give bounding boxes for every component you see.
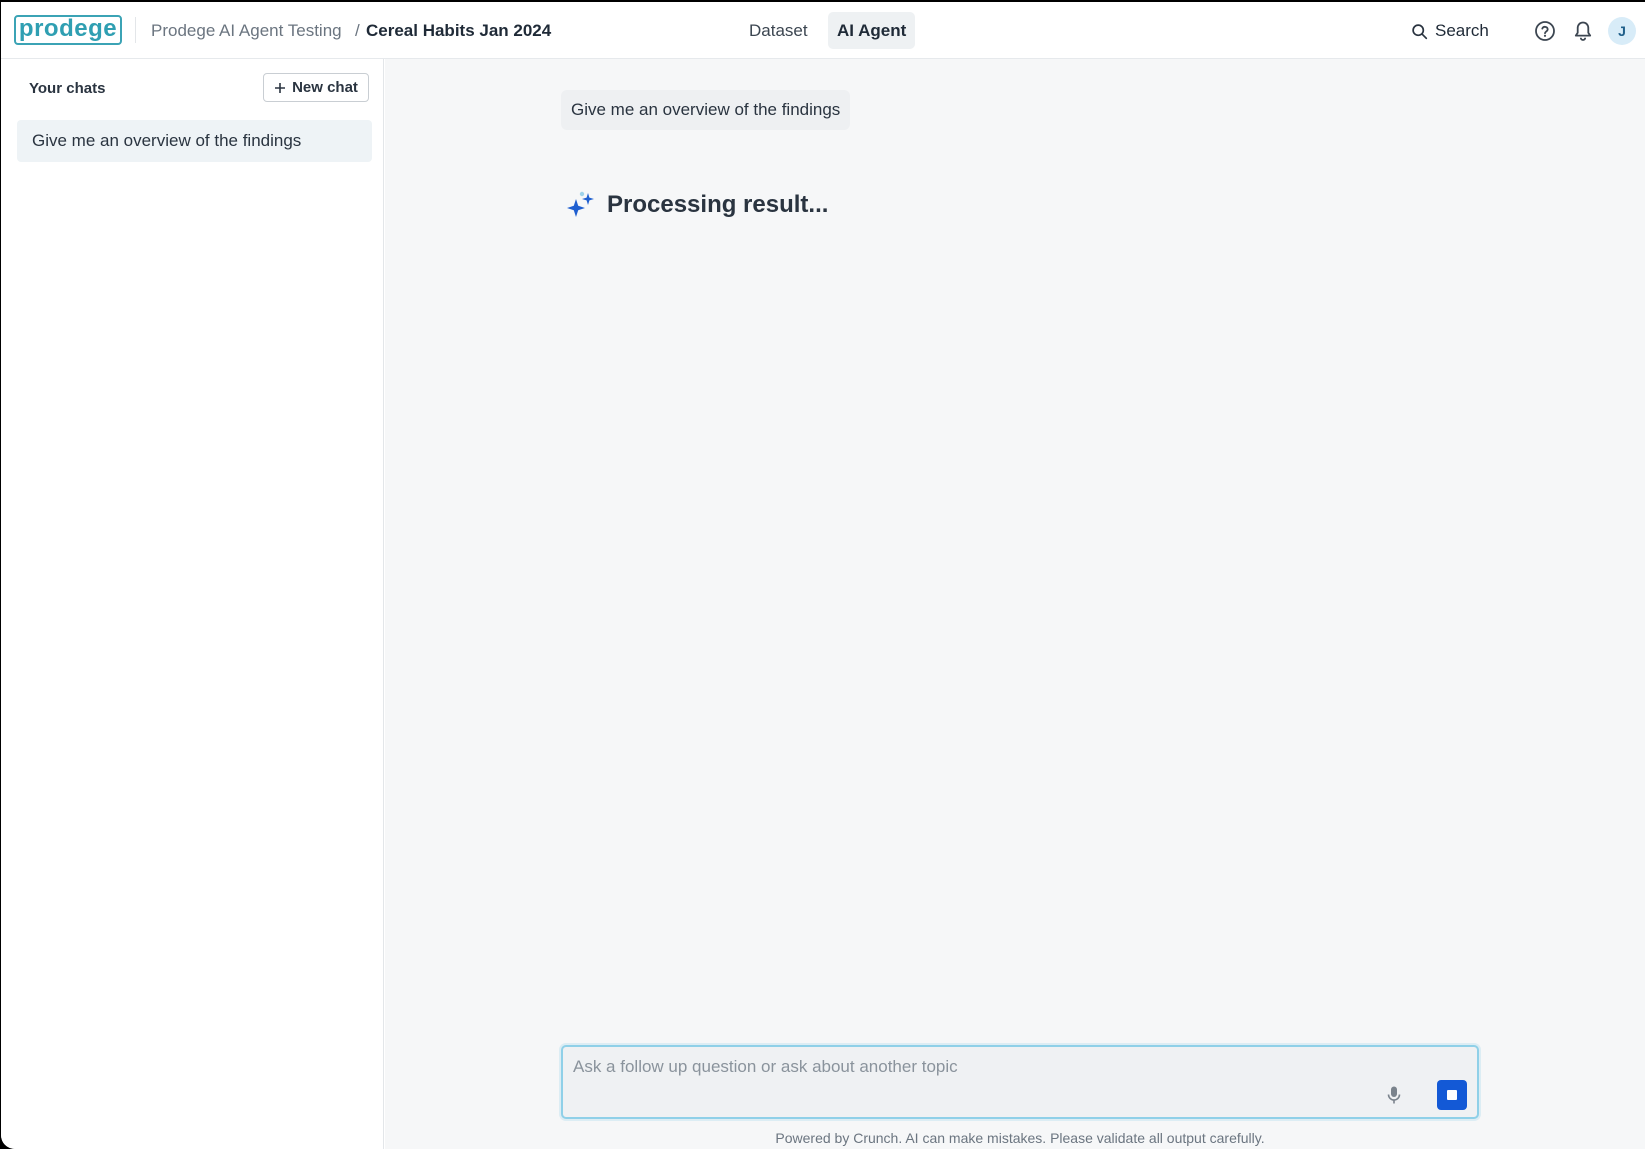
mic-icon[interactable]	[1385, 1085, 1403, 1105]
processing-text: Processing result...	[607, 191, 829, 218]
sparkle-icon	[567, 191, 594, 217]
bell-icon[interactable]	[1573, 20, 1593, 42]
top-bar: prodege Prodege AI Agent Testing / Cerea…	[1, 2, 1645, 59]
user-avatar[interactable]: J	[1608, 17, 1636, 45]
breadcrumb-current: Cereal Habits Jan 2024	[366, 21, 552, 40]
prodege-logo[interactable]: prodege	[14, 15, 122, 45]
search-label: Search	[1435, 21, 1489, 40]
chat-list-item[interactable]: Give me an overview of the findings	[17, 120, 372, 162]
chat-sidebar: Your chats New chat Give me an overview …	[1, 59, 384, 1149]
processing-status: Processing result...	[565, 189, 828, 221]
conversation-area: Give me an overview of the findings Proc…	[385, 59, 1645, 1149]
breadcrumb-separator: /	[355, 21, 360, 40]
sidebar-title: Your chats	[29, 80, 106, 97]
tab-ai-agent[interactable]: AI Agent	[828, 12, 916, 49]
help-icon[interactable]	[1534, 20, 1556, 42]
message-input[interactable]	[573, 1055, 1413, 1079]
stop-button[interactable]	[1437, 1080, 1467, 1110]
new-chat-label: New chat	[292, 79, 358, 96]
user-message: Give me an overview of the findings	[561, 90, 851, 130]
search-icon	[1412, 23, 1428, 39]
tab-dataset[interactable]: Dataset	[740, 12, 817, 49]
divider	[135, 17, 136, 43]
plus-icon	[275, 82, 286, 93]
breadcrumb-parent[interactable]: Prodege AI Agent Testing	[151, 21, 342, 41]
new-chat-button[interactable]: New chat	[263, 73, 369, 102]
disclaimer: Powered by Crunch. AI can make mistakes.…	[775, 1130, 1265, 1146]
app-window: prodege Prodege AI Agent Testing / Cerea…	[1, 2, 1645, 1149]
stop-icon	[1447, 1090, 1457, 1100]
message-composer	[561, 1045, 1479, 1119]
search-button[interactable]: Search	[1411, 19, 1489, 43]
